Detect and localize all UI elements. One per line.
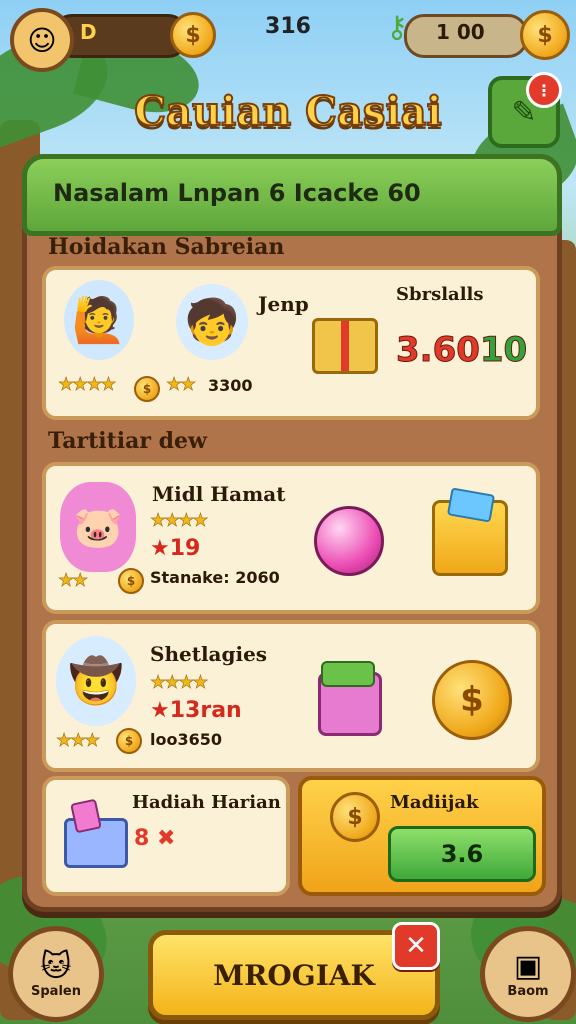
coin-icon: $ <box>330 792 380 842</box>
card-info: loo3650 <box>150 730 222 749</box>
notification-badge: ⋮ <box>526 72 562 108</box>
pink-monster-icon: 🐷 <box>60 482 136 572</box>
card-title: Shetlagies <box>150 642 268 666</box>
character-boy-icon: 🧒 <box>176 284 248 360</box>
close-button[interactable]: ✕ <box>392 922 440 970</box>
star-rating: ★★★★ <box>150 510 209 532</box>
card-title: Midl Hamat <box>152 482 286 506</box>
pink-gift-box-icon <box>318 661 382 736</box>
character-girl-icon: 🙋 <box>64 280 134 360</box>
star-rating: ★★ <box>166 374 197 396</box>
stat-label: Sbrslalls <box>396 284 484 305</box>
star-rating: ★★★ <box>56 730 101 752</box>
daily-reward-glyphs: 8 ✖ <box>134 826 176 851</box>
price-value: 3.6010 <box>396 330 528 371</box>
settings-label: Baom <box>507 984 549 999</box>
daily-reward-title: Hadiah Harian <box>132 792 281 813</box>
star-rating: ★★★★ <box>58 374 117 396</box>
pink-orb-icon <box>314 506 384 576</box>
panel-header-text: Nasalam Lnpan 6 Icacke 60 <box>53 179 421 207</box>
card-info: Stanake: 2060 <box>150 568 280 587</box>
section-label: Tartitiar dew <box>48 428 207 454</box>
section-label: Hoidakan Sabreian <box>48 234 285 260</box>
buy-button[interactable]: 3.6 <box>388 826 536 882</box>
gold-coin-badge-icon: $ <box>432 660 512 740</box>
special-offer-title: Madiijak <box>390 792 479 813</box>
envelope-icon <box>64 818 128 868</box>
coin-icon[interactable]: $ <box>520 10 570 60</box>
explorer-character-icon: 🤠 <box>56 636 136 726</box>
gem-box-icon <box>432 500 508 576</box>
cat-face-icon: 🐱 <box>40 949 72 984</box>
star-count: ★13ran <box>150 698 242 723</box>
coin-icon: $ <box>118 568 144 594</box>
key-icon: ⚷ <box>386 10 408 45</box>
star-value: 3300 <box>208 376 253 395</box>
device-icon: ▣ <box>513 949 543 984</box>
character-label: Jenp <box>258 292 309 316</box>
spin-label: Spalen <box>31 984 81 999</box>
settings-button[interactable]: ▣ Baom <box>480 926 576 1022</box>
coin-icon: $ <box>134 376 160 402</box>
gift-box-icon <box>312 318 378 374</box>
spin-button[interactable]: 🐱 Spalen <box>8 926 104 1022</box>
star-rating: ★★★★ <box>150 672 209 694</box>
right-currency-value: 1 00 <box>436 20 485 44</box>
price-green: 10 <box>479 330 528 371</box>
panel-header: Nasalam Lnpan 6 Icacke 60 <box>22 154 562 236</box>
star-count: ★19 <box>150 536 201 561</box>
price-red: 3.60 <box>396 330 481 371</box>
coin-icon: $ <box>116 728 142 754</box>
star-rating: ★★ <box>58 570 89 592</box>
